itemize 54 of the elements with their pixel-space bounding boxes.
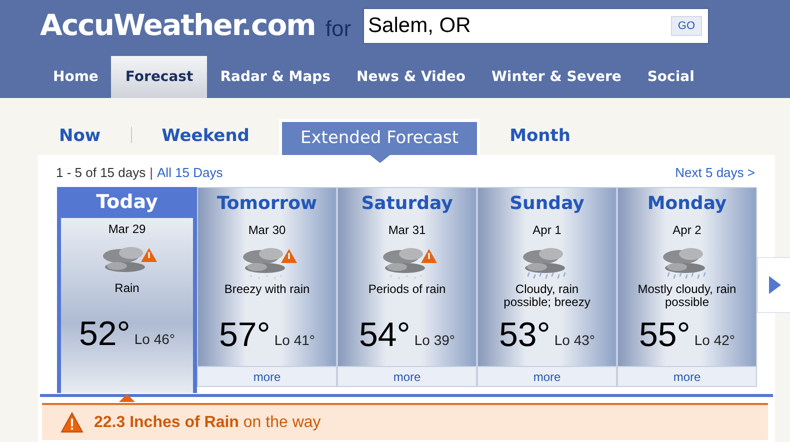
nav-tab[interactable]: Social [634, 56, 708, 98]
range-label: 1 - 5 of 15 days [56, 164, 146, 182]
view-tab[interactable]: Weekend [148, 119, 264, 155]
day-card[interactable]: Monday Apr 2 Mostly cloudy, rain possible 55°Lo 42° more [617, 187, 757, 387]
right-triangle-icon [769, 276, 781, 294]
condition-text: Periods of rain [367, 283, 447, 298]
more-link[interactable]: more [198, 366, 336, 386]
location-search-field[interactable]: Salem, OR GO [363, 8, 710, 44]
date-label: Mar 31 [388, 222, 426, 239]
more-link[interactable]: more [618, 366, 756, 386]
low-temperature: Lo 43° [554, 331, 596, 350]
nav-tab[interactable]: Home [40, 56, 112, 98]
day-name: Today [95, 190, 159, 215]
more-link[interactable]: more [478, 366, 616, 386]
high-temperature: 57° [218, 317, 270, 353]
range-separator: | [150, 164, 154, 182]
nav-tab[interactable]: Forecast [111, 56, 208, 98]
low-temperature: Lo 41° [274, 331, 316, 350]
more-link[interactable]: more [338, 366, 476, 386]
high-temperature: 53° [498, 317, 550, 353]
day-name: Tomorrow [216, 192, 318, 216]
alert-text: 22.3 Inches of Rain on the way [94, 412, 321, 432]
all-days-link[interactable]: All 15 Days [157, 163, 223, 187]
condition-text: Rain [114, 282, 140, 297]
low-temperature: Lo 46° [134, 330, 176, 349]
nav-tab[interactable]: News & Video [344, 56, 478, 98]
day-name: Sunday [508, 192, 586, 216]
condition-text: Mostly cloudy, rain possible [636, 283, 738, 311]
date-label: Apr 1 [532, 222, 562, 239]
day-name: Saturday [360, 192, 454, 216]
date-label: Mar 30 [248, 222, 286, 239]
day-card[interactable]: Tomorrow Mar 30 Breezy with rain 57°Lo 41° more [197, 187, 337, 387]
day-name: Monday [646, 192, 728, 216]
next-arrow-button[interactable] [757, 257, 790, 313]
view-tab[interactable]: Now [45, 119, 115, 155]
day-card[interactable]: Sunday Apr 1 Cloudy, rain possible; breezy 53°Lo 43° more [477, 187, 617, 387]
low-temperature: Lo 39° [414, 331, 456, 350]
high-temperature: 55° [638, 317, 690, 353]
view-tab[interactable]: Month [496, 119, 585, 155]
site-logo[interactable]: AccuWeather.com [40, 4, 316, 48]
high-temperature: 54° [358, 317, 410, 353]
low-temperature: Lo 42° [694, 331, 736, 350]
next-days-link[interactable]: Next 5 days > [675, 163, 755, 187]
day-card[interactable]: Saturday Mar 31 Periods of rain 54°Lo 39° more [337, 187, 477, 387]
nav-tab[interactable]: Winter & Severe [478, 56, 634, 98]
nav-tab[interactable]: Radar & Maps [207, 56, 344, 98]
condition-text: Cloudy, rain possible; breezy [502, 283, 592, 311]
high-temperature: 52° [78, 316, 130, 352]
date-label: Apr 2 [672, 222, 702, 239]
warning-icon [60, 412, 84, 433]
condition-text: Breezy with rain [223, 283, 311, 298]
go-button[interactable]: GO [670, 16, 702, 36]
for-label: for [325, 14, 352, 42]
date-label: Mar 29 [108, 221, 146, 238]
